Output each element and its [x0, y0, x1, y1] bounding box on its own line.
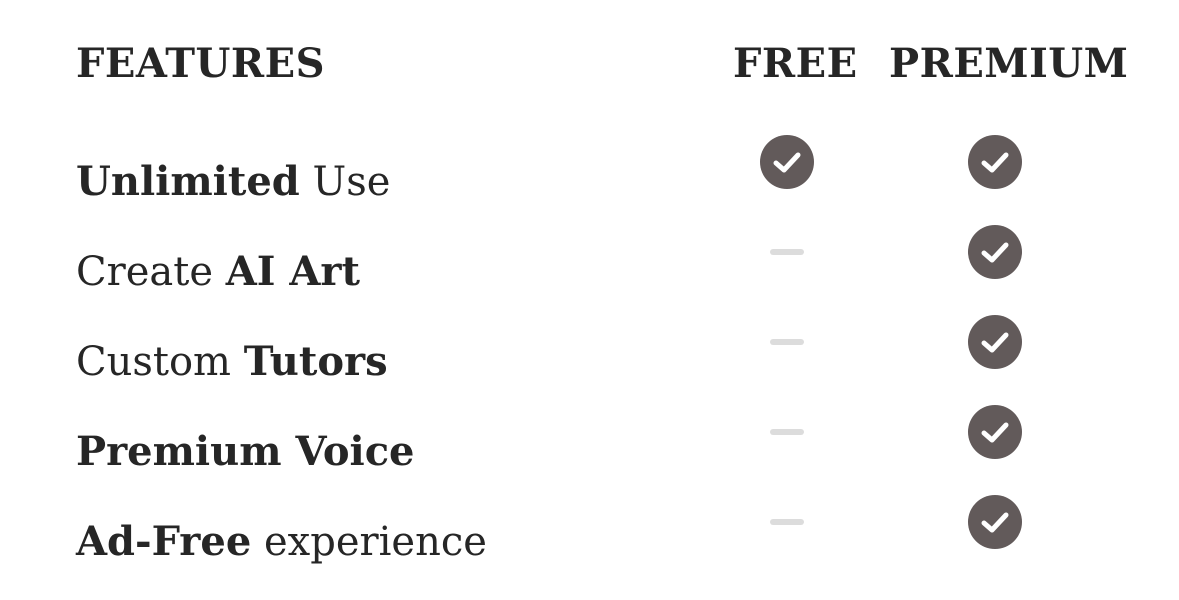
feature-label-bold: Ad-Free	[76, 518, 252, 565]
feature-label-regular: experience	[251, 519, 487, 565]
feature-label-regular: Use	[299, 159, 391, 205]
check-circle-icon	[760, 135, 814, 189]
feature-row-custom-tutors: Custom Tutors	[0, 315, 1179, 405]
check-circle-icon	[968, 135, 1022, 189]
feature-label: Unlimited Use	[76, 158, 390, 206]
feature-row-unlimited-use: Unlimited Use	[0, 135, 1179, 225]
feature-row-premium-voice: Premium Voice	[0, 405, 1179, 495]
feature-label-bold: AI Art	[225, 248, 360, 295]
feature-label-bold: Tutors	[243, 338, 388, 385]
check-circle-icon	[968, 405, 1022, 459]
feature-label-regular: Create	[76, 249, 226, 295]
check-circle-icon	[968, 495, 1022, 549]
features-column-header: FEATURES	[76, 40, 325, 87]
feature-label: Custom Tutors	[76, 338, 388, 386]
dash-icon	[770, 429, 804, 435]
dash-icon	[770, 249, 804, 255]
feature-label: Create AI Art	[76, 248, 360, 296]
dash-icon	[770, 519, 804, 525]
check-circle-icon	[968, 225, 1022, 279]
feature-row-ad-free: Ad-Free experience	[0, 495, 1179, 585]
feature-label-bold: Premium Voice	[76, 428, 415, 475]
dash-icon	[770, 339, 804, 345]
feature-label: Premium Voice	[76, 428, 415, 476]
feature-label-regular: Custom	[76, 339, 244, 385]
feature-label: Ad-Free experience	[76, 518, 487, 566]
premium-column-header: PREMIUM	[889, 40, 1129, 87]
feature-row-create-ai-art: Create AI Art	[0, 225, 1179, 315]
free-column-header: FREE	[733, 40, 858, 87]
feature-label-bold: Unlimited	[76, 158, 300, 205]
check-circle-icon	[968, 315, 1022, 369]
